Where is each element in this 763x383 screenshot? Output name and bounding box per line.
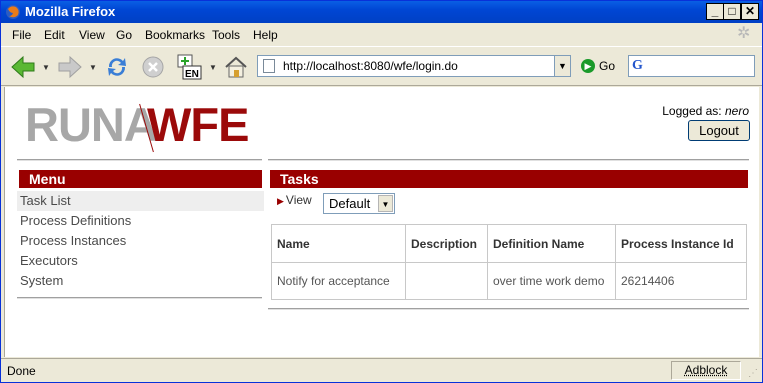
logged-as: Logged as: nero [662, 104, 749, 118]
tasks-table: Name Description Definition Name Process… [271, 224, 747, 300]
menu-help[interactable]: Help [253, 28, 278, 42]
url-dropdown-icon[interactable]: ▼ [554, 56, 570, 76]
column-description: Description [405, 224, 488, 263]
tasks-top-divider [268, 159, 749, 161]
view-select[interactable]: Default ▼ [323, 193, 395, 214]
page-content: RUNA WFE Logged as: nero Logout Menu Tas… [4, 87, 759, 357]
cell-description [405, 262, 488, 300]
menu-bottom-divider [17, 297, 262, 299]
title-bar: Mozilla Firefox _ □ ✕ [1, 1, 762, 23]
window-title: Mozilla Firefox [25, 4, 116, 19]
google-icon[interactable]: G [632, 58, 643, 74]
language-icon[interactable]: EN [175, 52, 205, 82]
go-arrow-icon: ▶ [581, 58, 595, 73]
language-dropdown-icon[interactable]: ▼ [209, 63, 217, 72]
status-bar: Done Adblock ⋰ [1, 358, 762, 382]
menu-item-executors[interactable]: Executors [17, 251, 264, 271]
navigation-toolbar: ▼ ▼ EN ▼ http://localhost:8080/wfe/login [1, 46, 762, 86]
maximize-button[interactable]: □ [723, 3, 741, 20]
runawfe-logo: RUNA WFE [25, 98, 265, 153]
table-row[interactable]: Notify for acceptance over time work dem… [271, 262, 747, 300]
go-label: Go [599, 58, 616, 73]
url-bar[interactable]: http://localhost:8080/wfe/login.do ▼ [257, 55, 571, 77]
menu-item-task-list[interactable]: Task List [17, 191, 264, 211]
view-arrow-icon[interactable]: ▶ [277, 196, 284, 206]
reload-icon[interactable] [103, 52, 131, 82]
menu-edit[interactable]: Edit [44, 28, 65, 42]
table-header-row: Name Description Definition Name Process… [271, 224, 747, 263]
minimize-button[interactable]: _ [706, 3, 724, 20]
search-input[interactable]: G [628, 55, 755, 77]
logo-runa: RUNA [25, 98, 158, 151]
menu-go[interactable]: Go [116, 28, 132, 42]
select-dropdown-icon[interactable]: ▼ [378, 195, 393, 212]
cell-definition-name: over time work demo [487, 262, 616, 300]
resize-grip-icon[interactable]: ⋰ [748, 368, 760, 380]
status-text: Done [7, 364, 36, 378]
back-icon[interactable] [9, 52, 37, 82]
column-definition-name: Definition Name [487, 224, 616, 263]
logout-button[interactable]: Logout [688, 120, 750, 141]
back-dropdown-icon[interactable]: ▼ [42, 63, 50, 72]
menu-tools[interactable]: Tools [212, 28, 240, 42]
logged-as-label: Logged as: [662, 104, 725, 118]
page-icon [263, 59, 275, 73]
menu-bookmarks[interactable]: Bookmarks [145, 28, 205, 42]
username: nero [724, 104, 749, 118]
menu-bar: File Edit View Go Bookmarks Tools Help [1, 25, 762, 45]
stop-icon[interactable] [139, 52, 167, 82]
forward-icon[interactable] [56, 52, 84, 82]
menu-view[interactable]: View [79, 28, 105, 42]
logo-wfe: WFE [147, 98, 249, 151]
cell-name[interactable]: Notify for acceptance [271, 262, 406, 300]
view-select-value: Default [329, 196, 371, 211]
firefox-icon [6, 5, 20, 19]
menu-item-process-definitions[interactable]: Process Definitions [17, 211, 264, 231]
cell-process-instance-id: 26214406 [615, 262, 747, 300]
svg-text:EN: EN [185, 69, 199, 80]
menu-file[interactable]: File [12, 28, 31, 42]
url-text[interactable]: http://localhost:8080/wfe/login.do [283, 59, 458, 73]
menu-item-process-instances[interactable]: Process Instances [17, 231, 264, 251]
home-icon[interactable] [222, 52, 250, 82]
menu-list: Task List Process Definitions Process In… [17, 191, 264, 291]
view-link[interactable]: View [286, 193, 312, 207]
menu-header: Menu [19, 170, 262, 188]
column-name: Name [271, 224, 406, 263]
adblock-button[interactable]: Adblock [671, 361, 741, 380]
close-button[interactable]: ✕ [741, 3, 759, 20]
tasks-header: Tasks [270, 170, 748, 188]
view-row: ▶ View Default ▼ [277, 193, 395, 215]
menu-item-system[interactable]: System [17, 271, 264, 291]
menu-top-divider [17, 159, 262, 161]
throbber-icon: ✲ [737, 25, 751, 42]
go-button[interactable]: ▶ Go [581, 58, 615, 73]
forward-dropdown-icon[interactable]: ▼ [89, 63, 97, 72]
browser-window: Mozilla Firefox _ □ ✕ File Edit View Go … [0, 0, 763, 383]
tasks-bottom-divider [268, 308, 749, 310]
column-process-instance-id: Process Instance Id [615, 224, 747, 263]
